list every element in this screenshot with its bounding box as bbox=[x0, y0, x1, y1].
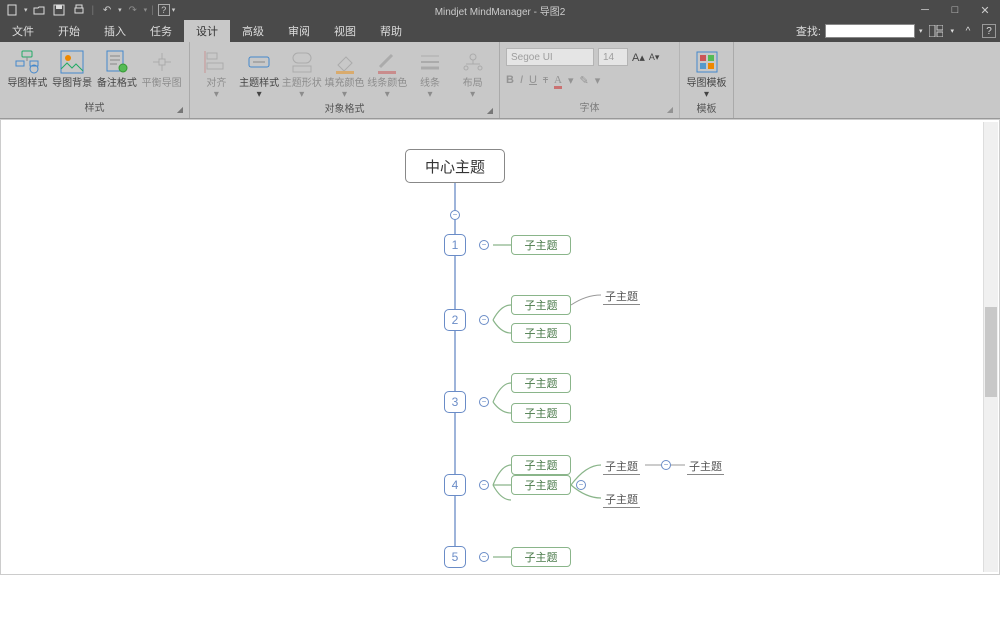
main-topic[interactable]: 2 bbox=[444, 309, 466, 331]
tab-task[interactable]: 任务 bbox=[138, 20, 184, 42]
topic-style-button[interactable]: 主题样式▾ bbox=[239, 44, 280, 100]
main-topic[interactable]: 1 bbox=[444, 234, 466, 256]
redo-icon[interactable]: ↷ bbox=[124, 1, 142, 19]
collapse-icon[interactable]: − bbox=[479, 552, 489, 562]
dropdown-icon[interactable]: ▾ bbox=[118, 6, 122, 14]
central-topic[interactable]: 中心主题 bbox=[405, 149, 505, 183]
layout-button: 布局▾ bbox=[452, 44, 493, 100]
dropdown-icon[interactable]: ▾ bbox=[24, 6, 28, 14]
sub-topic[interactable]: 子主题 bbox=[511, 455, 571, 475]
search-input[interactable] bbox=[825, 24, 915, 38]
dropdown-icon[interactable]: ▾ bbox=[950, 27, 954, 35]
collapse-icon[interactable]: − bbox=[479, 397, 489, 407]
tab-view[interactable]: 视图 bbox=[322, 20, 368, 42]
strike-button: ᴛ bbox=[543, 74, 548, 89]
notes-format-button[interactable]: 备注格式 bbox=[96, 44, 139, 89]
dialog-launcher-icon[interactable]: ◢ bbox=[177, 105, 183, 114]
collapse-ribbon-icon[interactable]: ^ bbox=[958, 23, 978, 39]
tab-design[interactable]: 设计 bbox=[184, 20, 230, 42]
window-title: Mindjet MindManager - 导图2 bbox=[435, 3, 566, 18]
tab-advanced[interactable]: 高级 bbox=[230, 20, 276, 42]
line-button: 线条▾ bbox=[410, 44, 451, 100]
collapse-icon[interactable]: − bbox=[661, 460, 671, 470]
group-label: 样式 bbox=[85, 103, 105, 114]
tab-insert[interactable]: 插入 bbox=[92, 20, 138, 42]
dialog-launcher-icon[interactable]: ◢ bbox=[667, 105, 673, 114]
collapse-icon[interactable]: − bbox=[450, 210, 460, 220]
font-size-select: 14 bbox=[598, 48, 628, 66]
tab-review[interactable]: 审阅 bbox=[276, 20, 322, 42]
group-label: 模板 bbox=[686, 100, 727, 117]
sub-topic[interactable]: 子主题 bbox=[511, 547, 571, 567]
workspace-icon[interactable] bbox=[926, 23, 946, 39]
maximize-button[interactable]: □ bbox=[940, 0, 970, 20]
grow-font-icon: A▴ bbox=[632, 51, 645, 64]
search-label: 查找: bbox=[796, 23, 821, 39]
main-topic[interactable]: 3 bbox=[444, 391, 466, 413]
bold-button: B bbox=[506, 74, 514, 89]
align-button: 对齐▾ bbox=[196, 44, 237, 100]
collapse-icon[interactable]: − bbox=[479, 240, 489, 250]
dropdown-icon[interactable]: ▾ bbox=[172, 6, 176, 14]
sub-topic[interactable]: 子主题 bbox=[511, 295, 571, 315]
sub-topic[interactable]: 子主题 bbox=[511, 475, 571, 495]
line-color-button: 线条颜色▾ bbox=[367, 44, 408, 100]
leaf-topic[interactable]: 子主题 bbox=[687, 458, 724, 475]
shrink-font-icon: A▾ bbox=[649, 52, 660, 63]
font-color-button: A bbox=[554, 74, 562, 89]
group-label: 字体 bbox=[580, 103, 600, 114]
map-background-button[interactable]: 导图背景 bbox=[51, 44, 94, 89]
open-icon[interactable] bbox=[30, 1, 48, 19]
font-name-select: Segoe UI bbox=[506, 48, 594, 66]
group-label: 对象格式 bbox=[325, 104, 365, 115]
sub-topic[interactable]: 子主题 bbox=[511, 235, 571, 255]
new-icon[interactable] bbox=[4, 1, 22, 19]
main-topic[interactable]: 5 bbox=[444, 546, 466, 568]
minimize-button[interactable]: ─ bbox=[910, 0, 940, 20]
vertical-scrollbar[interactable] bbox=[983, 122, 998, 572]
main-topic[interactable]: 4 bbox=[444, 474, 466, 496]
fill-color-button: 填充颜色▾ bbox=[324, 44, 365, 100]
map-template-button[interactable]: 导图模板▾ bbox=[686, 44, 727, 100]
collapse-icon[interactable]: − bbox=[479, 480, 489, 490]
leaf-topic[interactable]: 子主题 bbox=[603, 288, 640, 305]
dropdown-icon[interactable]: ▾ bbox=[144, 6, 148, 14]
highlight-button: ✎ bbox=[580, 74, 589, 89]
tab-start[interactable]: 开始 bbox=[46, 20, 92, 42]
underline-button: U bbox=[529, 74, 537, 89]
tab-help[interactable]: 帮助 bbox=[368, 20, 414, 42]
collapse-icon[interactable]: − bbox=[479, 315, 489, 325]
topic-shape-button: 主题形状▾ bbox=[281, 44, 322, 100]
tab-file[interactable]: 文件 bbox=[0, 20, 46, 42]
mindmap-canvas[interactable]: 中心主题 − 1 − 子主题 2 − 子主题 子主题 子主题 3 − 子主题 子… bbox=[0, 119, 1000, 575]
search-dropdown-icon[interactable]: ▾ bbox=[919, 27, 923, 35]
collapse-icon[interactable]: − bbox=[576, 480, 586, 490]
undo-icon[interactable]: ↶ bbox=[98, 1, 116, 19]
print-icon[interactable] bbox=[70, 1, 88, 19]
sub-topic[interactable]: 子主题 bbox=[511, 403, 571, 423]
help-icon[interactable]: ? bbox=[158, 4, 170, 16]
close-button[interactable]: ✕ bbox=[970, 0, 1000, 20]
leaf-topic[interactable]: 子主题 bbox=[603, 458, 640, 475]
sub-topic[interactable]: 子主题 bbox=[511, 323, 571, 343]
help-icon[interactable]: ? bbox=[982, 24, 996, 38]
dialog-launcher-icon[interactable]: ◢ bbox=[487, 106, 493, 115]
balance-map-button: 平衡导图 bbox=[140, 44, 183, 89]
leaf-topic[interactable]: 子主题 bbox=[603, 491, 640, 508]
map-style-button[interactable]: 导图样式 bbox=[6, 44, 49, 89]
italic-button: I bbox=[520, 74, 523, 89]
save-icon[interactable] bbox=[50, 1, 68, 19]
sub-topic[interactable]: 子主题 bbox=[511, 373, 571, 393]
